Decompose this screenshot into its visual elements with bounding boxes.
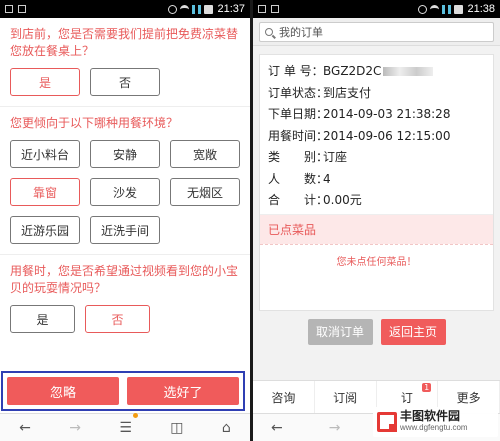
people-label: 人 数： [268, 171, 329, 186]
order-row-people: 人 数：4 [268, 169, 485, 191]
category-label: 类 别： [268, 150, 329, 164]
q3-option-yes[interactable]: 是 [10, 305, 75, 333]
order-status-label: 订单状态： [268, 85, 329, 100]
back-icon[interactable]: ← [271, 420, 283, 436]
watermark-url: www.dgfengtu.com [400, 423, 468, 432]
q2-option[interactable]: 无烟区 [170, 178, 240, 206]
order-date-label: 下单日期： [268, 107, 329, 121]
status-time: 21:38 [467, 3, 495, 15]
order-row-meal-time: 用餐时间：2014-09-06 12:15:00 [268, 126, 485, 148]
forward-icon[interactable]: → [69, 420, 81, 436]
order-info: 订 单 号：BGZ2D2C 订单状态：到店支付 下单日期：2014-09-03 … [260, 55, 493, 214]
signal-icon [442, 4, 452, 14]
signal-icon [192, 4, 202, 14]
home-icon[interactable]: ⌂ [222, 420, 231, 436]
status-time: 21:37 [217, 3, 245, 15]
ordered-dishes-header: 已点菜品 [260, 213, 493, 244]
question-3: 用餐时，您是否希望通过视频看到您的小宝贝的玩耍情况吗？ 是 否 [0, 255, 250, 343]
battery-icon [204, 4, 214, 14]
tab-badge: 1 [422, 383, 432, 392]
search-text: 我的订单 [279, 26, 323, 39]
q2-option[interactable]: 宽敞 [170, 140, 240, 168]
order-row-total: 合 计：0.00元 [268, 190, 485, 212]
menu-badge-dot [133, 413, 138, 418]
order-row-category: 类 别：订座 [268, 147, 485, 169]
tab-label: 更多 [456, 390, 481, 405]
image-icon [271, 5, 279, 13]
tabs-icon[interactable]: ◫ [170, 420, 183, 436]
tab-label: 订阅 [333, 390, 358, 405]
tab-consult[interactable]: 咨询 [253, 381, 315, 413]
watermark-title: 丰图软件园 [400, 409, 461, 423]
order-number-value: BGZ2D2C [323, 64, 382, 78]
question-1: 到店前，您是否需要我们提前把免费凉菜替您放在餐桌上？ 是 否 [0, 18, 250, 107]
question-3-text: 用餐时，您是否希望通过视频看到您的小宝贝的玩耍情况吗？ [10, 264, 239, 295]
site-watermark: 丰图软件园 www.dgfengtu.com [373, 407, 498, 437]
q2-option-selected[interactable]: 靠窗 [10, 178, 80, 206]
q2-option[interactable]: 近洗手间 [90, 216, 160, 244]
wifi-icon [430, 4, 440, 14]
order-screen: 21:38 我的订单 订 单 号：BGZ2D2C 订单状态：到店支付 下单日期：… [253, 0, 500, 441]
order-date-value: 2014-09-03 21:38:28 [323, 107, 451, 121]
status-bar: 21:38 [253, 0, 500, 18]
cancel-order-button[interactable]: 取消订单 [307, 318, 373, 345]
order-card: 订 单 号：BGZ2D2C 订单状态：到店支付 下单日期：2014-09-03 … [259, 54, 494, 311]
order-row-date: 下单日期：2014-09-03 21:38:28 [268, 104, 485, 126]
q1-option-yes[interactable]: 是 [10, 68, 80, 96]
battery-icon [454, 4, 464, 14]
order-row-number: 订 单 号：BGZ2D2C [268, 61, 485, 83]
search-input[interactable]: 我的订单 [259, 22, 494, 42]
order-status-value: 到店支付 [323, 85, 372, 100]
q2-option[interactable]: 沙发 [90, 178, 160, 206]
total-label: 合 计： [268, 193, 329, 207]
q2-option[interactable]: 安静 [90, 140, 160, 168]
meal-time-value: 2014-09-06 12:15:00 [323, 128, 451, 143]
q2-option[interactable]: 近游乐园 [10, 216, 80, 244]
back-icon[interactable]: ← [19, 420, 31, 436]
menu-icon[interactable]: ☰ [119, 420, 132, 436]
empty-dishes-text: 您未点任何菜品！ [260, 243, 493, 310]
q2-option[interactable]: 近小料台 [10, 140, 80, 168]
notification-icon [258, 5, 266, 13]
alarm-icon [418, 4, 428, 14]
question-2-text: 您更倾向于以下哪种用餐环境？ [10, 116, 179, 130]
question-1-text: 到店前，您是否需要我们提前把免费凉菜替您放在餐桌上？ [10, 27, 239, 58]
image-icon [18, 5, 26, 13]
done-button[interactable]: 选好了 [127, 377, 239, 405]
notification-icon [5, 5, 13, 13]
total-value: 0.00元 [323, 193, 362, 207]
redacted-mark [383, 67, 434, 76]
ignore-button[interactable]: 忽略 [7, 377, 119, 405]
return-home-button[interactable]: 返回主页 [380, 318, 446, 345]
q1-option-no[interactable]: 否 [90, 68, 160, 96]
wifi-icon [180, 4, 190, 14]
status-bar: 21:37 [0, 0, 250, 18]
people-value: 4 [323, 171, 331, 186]
watermark-logo-icon [377, 412, 397, 432]
search-icon [265, 28, 273, 36]
category-value: 订座 [323, 150, 348, 164]
menu-glyph: ☰ [119, 419, 132, 436]
survey-screen: 21:37 到店前，您是否需要我们提前把免费凉菜替您放在餐桌上？ 是 否 您更倾… [0, 0, 250, 441]
meal-time-label: 用餐时间： [268, 128, 329, 143]
tab-label: 咨询 [271, 390, 296, 405]
survey-action-bar: 忽略 选好了 [1, 371, 245, 411]
tab-subscribe[interactable]: 订阅 [315, 381, 377, 413]
order-actions: 取消订单 返回主页 [253, 318, 500, 345]
tab-label: 订 [400, 390, 413, 405]
alarm-icon [168, 4, 178, 14]
order-row-status: 订单状态：到店支付 [268, 83, 485, 105]
search-bar: 我的订单 [253, 18, 500, 46]
q3-option-no[interactable]: 否 [85, 305, 150, 333]
question-2: 您更倾向于以下哪种用餐环境？ 近小料台 安静 宽敞 靠窗 沙发 无烟区 近游乐园… [0, 107, 250, 255]
forward-icon[interactable]: → [329, 420, 341, 436]
browser-nav-bar: ← → ☰ ◫ ⌂ [0, 413, 250, 441]
order-number-label: 订 单 号： [268, 64, 324, 78]
